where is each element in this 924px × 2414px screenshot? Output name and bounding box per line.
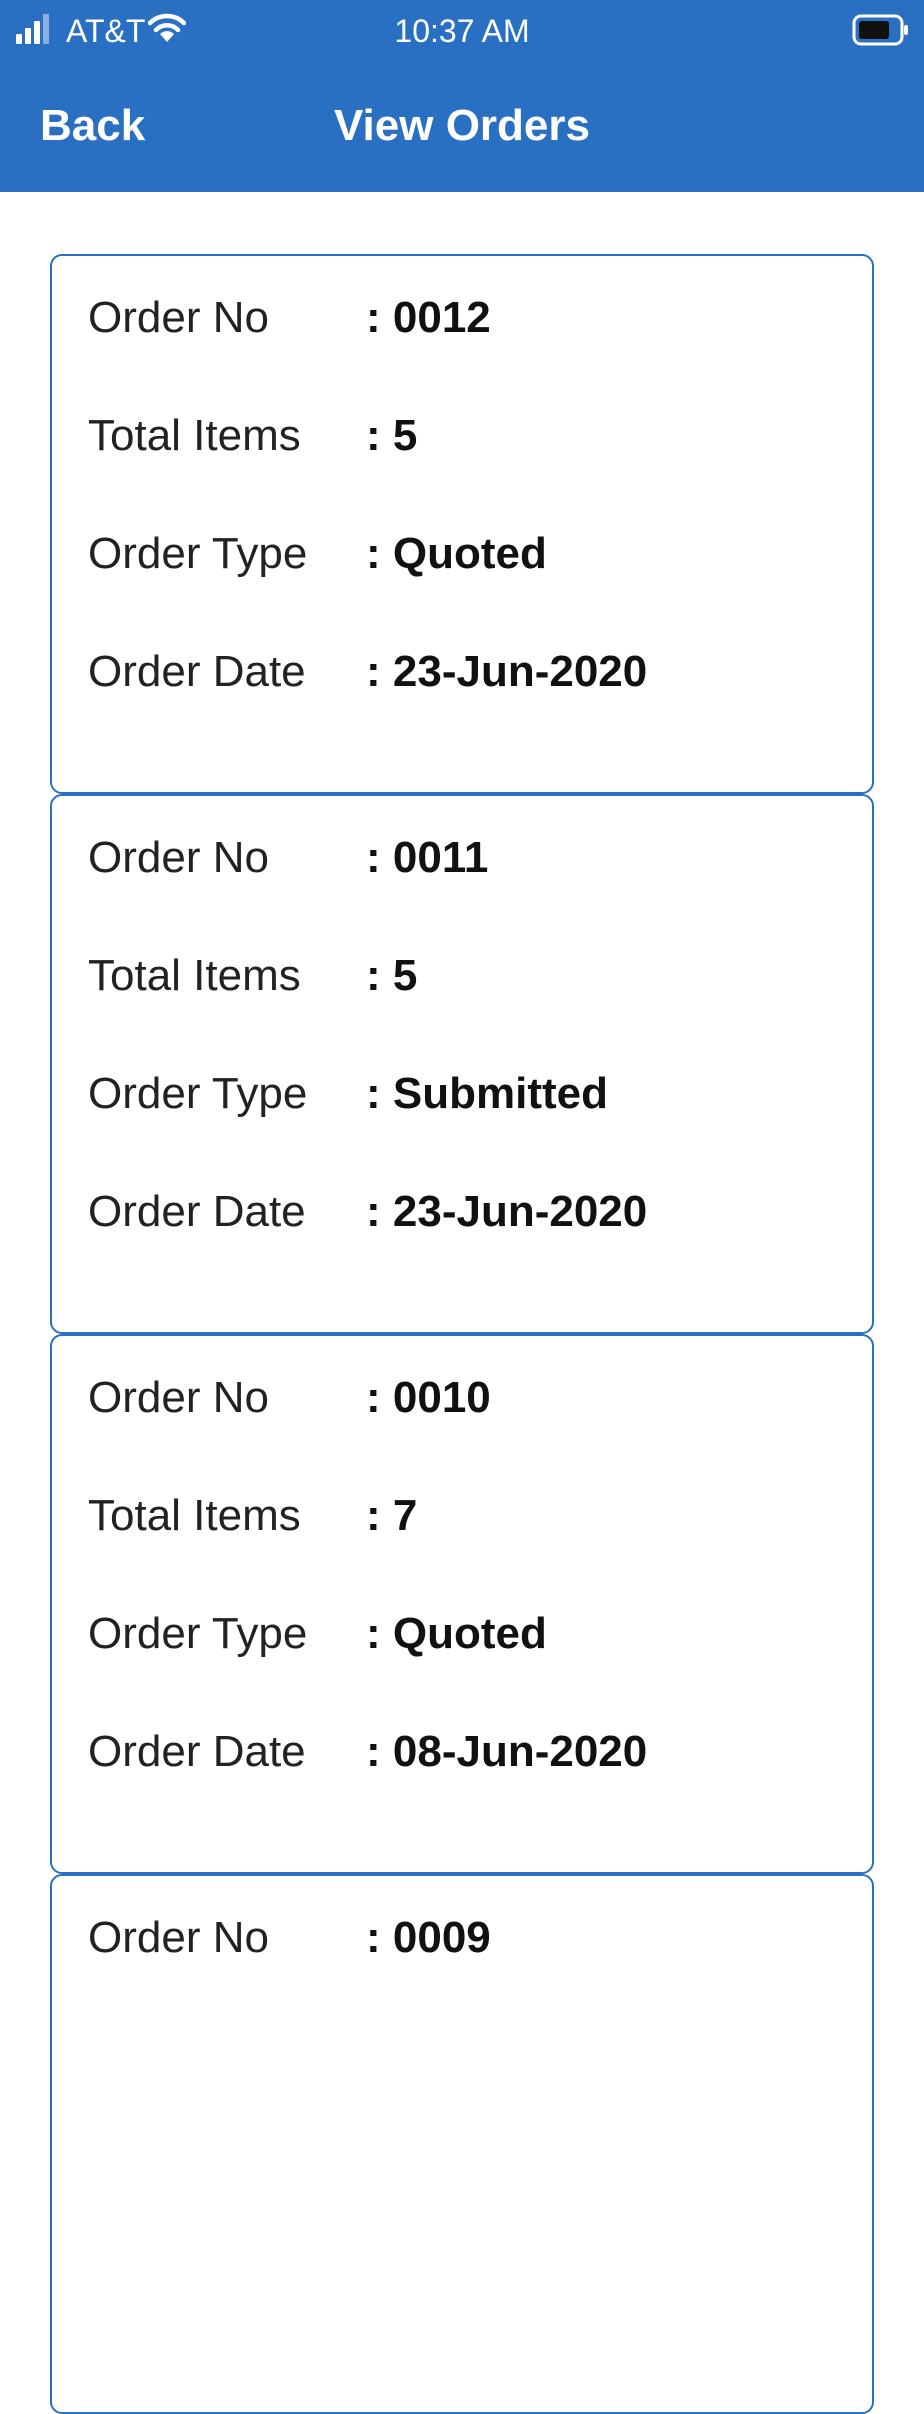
order-type-value: : Quoted: [366, 1609, 547, 1658]
order-date-label: Order Date: [88, 1187, 306, 1236]
order-date-row: Order Date : 23-Jun-2020: [52, 644, 872, 762]
total-items-row: Total Items : 5: [52, 948, 872, 1066]
order-date-label: Order Date: [88, 647, 306, 696]
order-date-row: Order Date : 23-Jun-2020: [52, 1184, 872, 1302]
order-no-row: Order No : 0009: [52, 1910, 872, 2028]
battery-icon: [852, 14, 908, 46]
order-date-row: Order Date : 08-Jun-2020: [52, 1724, 872, 1842]
nav-bar: View Orders Back: [0, 90, 924, 162]
total-items-value: : 7: [366, 1491, 418, 1540]
order-no-label: Order No: [88, 293, 269, 342]
app-header: AT&T 10:37 AM View Orders Back: [0, 0, 924, 192]
order-card[interactable]: Order No : 0010 Total Items : 7 Order Ty…: [50, 1334, 874, 1874]
status-bar: AT&T 10:37 AM: [0, 0, 924, 64]
order-type-row: Order Type : Quoted: [52, 1606, 872, 1724]
order-no-value: : 0012: [366, 293, 491, 342]
total-items-label: Total Items: [88, 411, 301, 460]
order-type-label: Order Type: [88, 1609, 308, 1658]
total-items-row: Total Items : 7: [52, 1488, 872, 1606]
order-list: Order No : 0012 Total Items : 5 Order Ty…: [50, 254, 874, 2414]
order-type-value: : Quoted: [366, 529, 547, 578]
order-no-row: Order No : 0011: [52, 830, 872, 948]
order-no-value: : 0011: [366, 833, 489, 882]
order-no-value: : 0010: [366, 1373, 491, 1422]
order-no-label: Order No: [88, 1373, 269, 1422]
total-items-label: Total Items: [88, 1491, 301, 1540]
order-no-value: : 0009: [366, 1913, 491, 1962]
order-type-label: Order Type: [88, 529, 308, 578]
order-type-label: Order Type: [88, 1069, 308, 1118]
order-no-row: Order No : 0012: [52, 290, 872, 408]
order-date-label: Order Date: [88, 1727, 306, 1776]
order-card[interactable]: Order No : 0009: [50, 1874, 874, 2414]
order-type-row: Order Type : Submitted: [52, 1066, 872, 1184]
order-date-value: : 23-Jun-2020: [366, 647, 648, 696]
order-type-value: : Submitted: [366, 1069, 608, 1118]
total-items-value: : 5: [366, 411, 418, 460]
total-items-label: Total Items: [88, 951, 301, 1000]
order-type-row: Order Type : Quoted: [52, 526, 872, 644]
order-no-label: Order No: [88, 833, 269, 882]
total-items-row: Total Items : 5: [52, 408, 872, 526]
order-no-row: Order No : 0010: [52, 1370, 872, 1488]
total-items-value: : 5: [366, 951, 418, 1000]
order-card[interactable]: Order No : 0012 Total Items : 5 Order Ty…: [50, 254, 874, 794]
order-no-label: Order No: [88, 1913, 269, 1962]
order-card[interactable]: Order No : 0011 Total Items : 5 Order Ty…: [50, 794, 874, 1334]
status-time: 10:37 AM: [394, 13, 530, 49]
back-button[interactable]: Back: [40, 90, 145, 162]
order-date-value: : 23-Jun-2020: [366, 1187, 648, 1236]
order-date-value: : 08-Jun-2020: [366, 1727, 648, 1776]
